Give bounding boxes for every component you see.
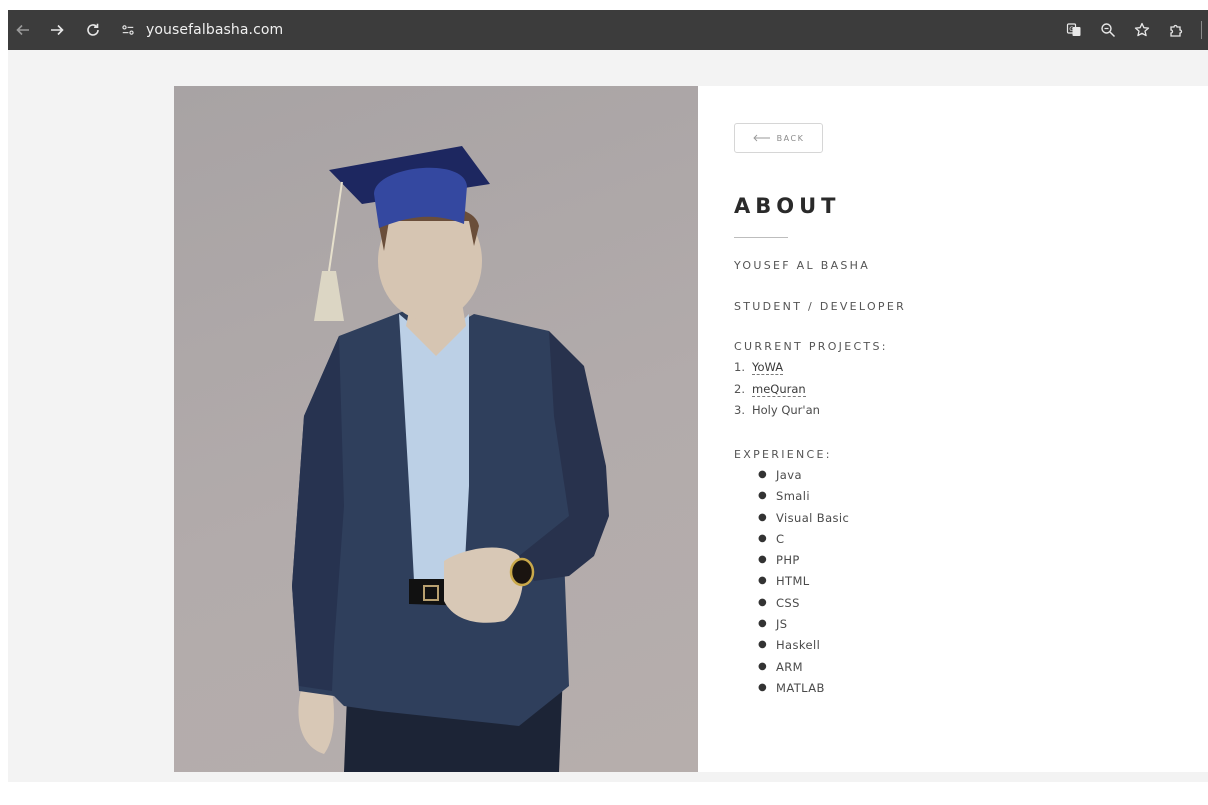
puzzle-icon[interactable] <box>1159 15 1193 45</box>
back-button-label: BACK <box>776 133 805 143</box>
experience-item: ● PHP <box>758 553 800 568</box>
left-arrow-icon <box>753 134 770 142</box>
project-text-holy-quran: Holy Qur'an <box>752 403 820 417</box>
experience-item: ● C <box>758 531 785 546</box>
zoom-icon[interactable] <box>1091 15 1125 45</box>
experience-item: ● Smali <box>758 489 810 504</box>
experience-label: JS <box>776 617 788 632</box>
graduate-illustration <box>174 86 698 772</box>
project-item: 3. Holy Qur'an <box>734 403 820 425</box>
experience-item: ● JS <box>758 617 788 632</box>
url-text[interactable]: yousefalbasha.com <box>146 22 283 38</box>
experience-label: Java <box>776 468 802 482</box>
page-viewport: BACK ABOUT YOUSEF AL BASHA STUDENT / DEV… <box>8 50 1208 782</box>
experience-list: ● Java ● Smali ● Visual Basic ● C ● PHP ● HTML… <box>758 468 849 702</box>
toolbar-divider <box>1201 21 1202 39</box>
experience-item: ● HTML <box>758 574 810 589</box>
experience-item: ● Visual Basic <box>758 510 850 525</box>
experience-label: Haskell <box>776 638 821 653</box>
person-name: YOUSEF AL BASHA <box>734 259 871 272</box>
translate-icon[interactable]: G <box>1057 15 1091 45</box>
about-panel: BACK ABOUT YOUSEF AL BASHA STUDENT / DEV… <box>698 86 1208 772</box>
projects-list: 1. YoWA 2. meQuran 3. Holy Qur'an <box>734 360 820 425</box>
svg-text:G: G <box>1069 26 1074 33</box>
experience-item: ● MATLAB <box>758 680 825 695</box>
page-title: ABOUT <box>734 194 841 218</box>
project-link-yowa[interactable]: YoWA <box>752 360 784 375</box>
projects-heading: CURRENT PROJECTS: <box>734 340 888 353</box>
project-number: 2. <box>734 381 745 396</box>
experience-item: ● Java <box>758 468 802 482</box>
title-divider <box>734 237 788 238</box>
experience-label: HTML <box>776 574 810 589</box>
project-number: 3. <box>734 403 745 417</box>
back-arrow-icon[interactable] <box>8 15 38 45</box>
experience-item: ● ARM <box>758 659 803 674</box>
experience-label: Visual Basic <box>776 510 850 525</box>
experience-label: MATLAB <box>776 680 825 695</box>
experience-label: PHP <box>776 553 800 568</box>
reload-icon[interactable] <box>78 15 108 45</box>
forward-arrow-icon[interactable] <box>42 15 72 45</box>
project-item: 2. meQuran <box>734 382 820 404</box>
experience-item: ● CSS <box>758 595 800 610</box>
star-icon[interactable] <box>1125 15 1159 45</box>
project-number: 1. <box>734 360 745 374</box>
person-role: STUDENT / DEVELOPER <box>734 300 907 313</box>
site-info-icon[interactable] <box>116 18 140 42</box>
experience-label: Smali <box>776 489 810 504</box>
experience-label: CSS <box>776 595 800 610</box>
experience-label: C <box>776 531 785 546</box>
project-item: 1. YoWA <box>734 360 820 382</box>
experience-heading: EXPERIENCE: <box>734 448 832 461</box>
back-button[interactable]: BACK <box>734 123 823 153</box>
address-bar[interactable]: yousefalbasha.com <box>116 10 283 50</box>
experience-label: ARM <box>776 659 803 674</box>
browser-toolbar: yousefalbasha.com G <box>8 10 1208 50</box>
experience-item: ● Haskell <box>758 638 821 653</box>
project-link-mequran[interactable]: meQuran <box>752 382 806 397</box>
